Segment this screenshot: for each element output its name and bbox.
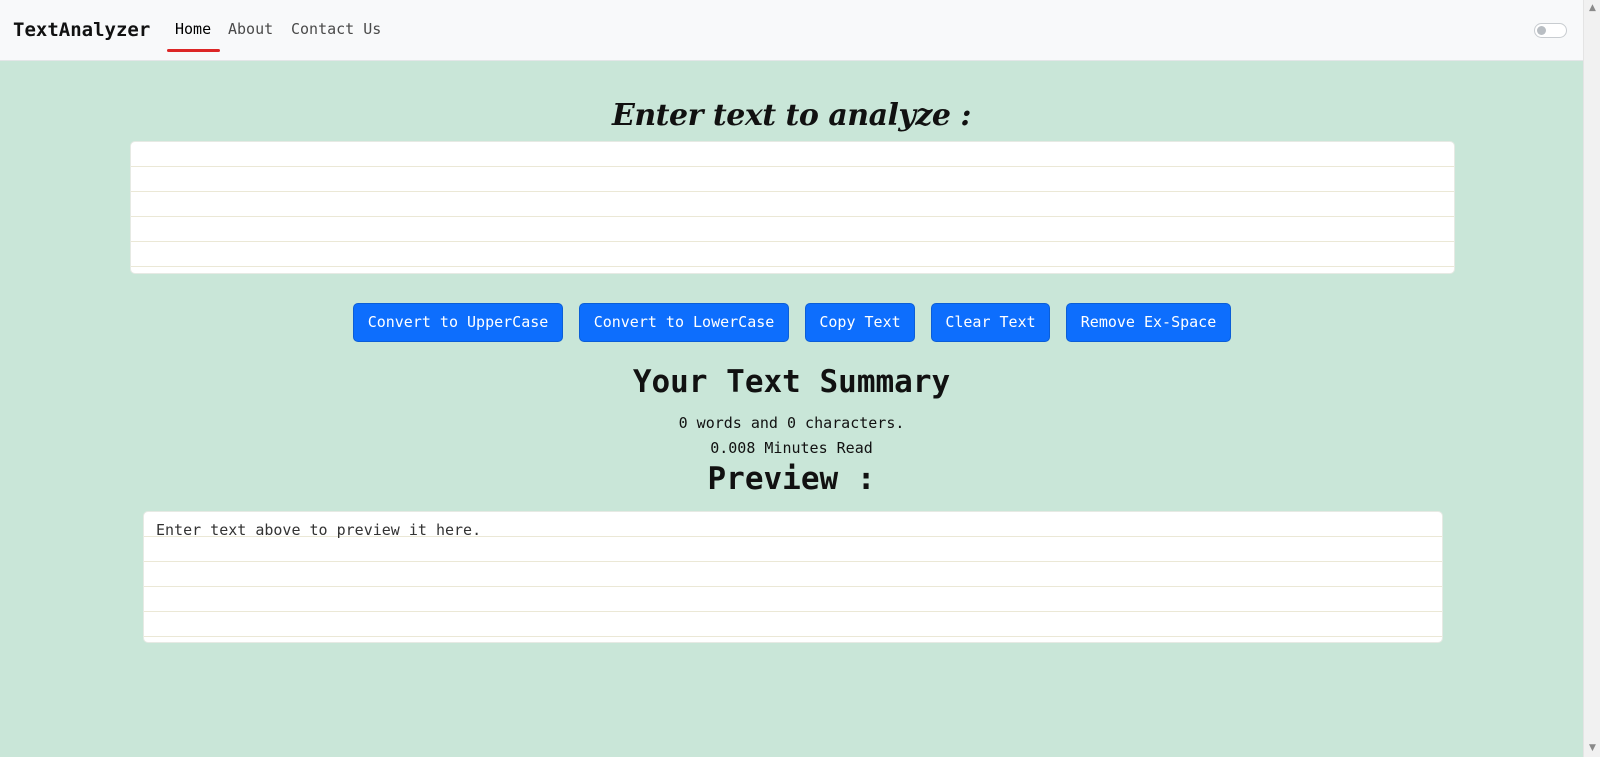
nav-link-contact-us[interactable]: Contact Us xyxy=(291,20,381,38)
summary-title: Your Text Summary xyxy=(632,364,951,400)
preview-box: Enter text above to preview it here. xyxy=(143,511,1443,643)
text-input-area[interactable] xyxy=(130,141,1455,274)
chevron-up-icon[interactable]: ▲ xyxy=(1584,0,1600,17)
nav-link-home[interactable]: Home xyxy=(175,20,211,38)
copy-text-button[interactable]: Copy Text xyxy=(805,303,915,342)
vertical-scrollbar[interactable]: ▲ ▼ xyxy=(1583,0,1600,757)
preview-text: Enter text above to preview it here. xyxy=(156,521,482,539)
page-heading: Enter text to analyze : xyxy=(612,98,971,133)
remove-extra-space-button[interactable]: Remove Ex-Space xyxy=(1066,303,1231,342)
word-character-count: 0 words and 0 characters. xyxy=(678,414,905,432)
clear-text-button[interactable]: Clear Text xyxy=(931,303,1050,342)
nav-link-about[interactable]: About xyxy=(228,20,273,38)
dark-mode-toggle-icon[interactable] xyxy=(1534,23,1567,38)
active-nav-indicator xyxy=(167,49,220,52)
toggle-knob xyxy=(1537,26,1546,35)
preview-title: Preview : xyxy=(707,461,876,497)
convert-lowercase-button[interactable]: Convert to LowerCase xyxy=(579,303,789,342)
brand-logo[interactable]: TextAnalyzer xyxy=(13,19,150,41)
chevron-down-icon[interactable]: ▼ xyxy=(1584,740,1600,757)
page: TextAnalyzer Home About Contact Us Enter… xyxy=(0,0,1583,757)
read-time: 0.008 Minutes Read xyxy=(710,439,873,457)
navbar: TextAnalyzer Home About Contact Us xyxy=(0,0,1583,61)
convert-uppercase-button[interactable]: Convert to UpperCase xyxy=(353,303,563,342)
